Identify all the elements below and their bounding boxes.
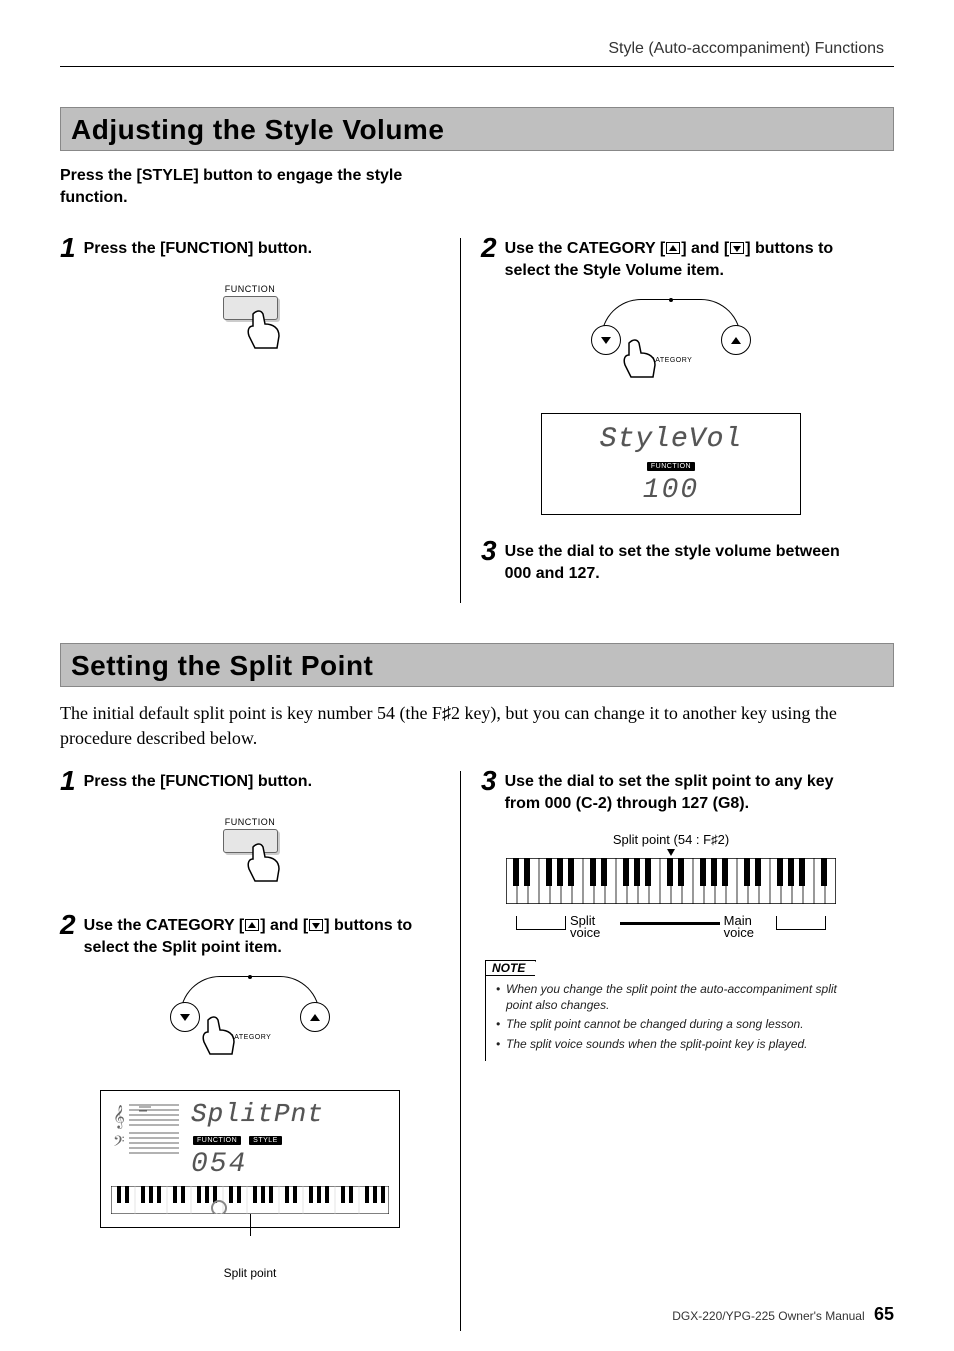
step-number: 2 [60,911,76,939]
text-part: ] and [ [260,917,308,934]
split-voice-label: Split voice [570,915,616,939]
section1-step2: 2 Use the CATEGORY [] and [] buttons to … [481,238,861,281]
text-part: ] and [ [681,240,729,257]
running-head: Style (Auto-accompaniment) Functions [60,40,894,58]
lcd-title: StyleVol [560,424,782,455]
lcd-display-stylevol: StyleVol FUNCTION 100 [541,413,801,515]
svg-text:𝄢: 𝄢 [113,1133,125,1153]
step-text: Use the dial to set the style volume bet… [505,541,861,584]
function-button-illustration: FUNCTION [195,817,305,885]
text-part: Use the CATEGORY [ [84,917,245,934]
pointer-down-icon [667,849,675,856]
lcd-badge-style: STYLE [249,1136,282,1145]
lcd-badge-function: FUNCTION [193,1136,241,1145]
section1-step3: 3 Use the dial to set the style volume b… [481,541,861,584]
category-buttons-illustration: CATEGORY [150,976,350,1066]
section2-step2: 2 Use the CATEGORY [] and [] buttons to … [60,915,440,958]
category-down-button-icon [170,1002,200,1032]
text-part: Use the CATEGORY [ [505,240,666,257]
step-number: 1 [60,234,76,262]
finger-icon [198,1012,356,1063]
finger-icon [619,335,777,386]
note-item: The split point cannot be changed during… [496,1017,853,1033]
section-title-split-point: Setting the Split Point [60,643,894,687]
keyboard-top-label: Split point (54 : F♯2) [506,832,836,847]
step-number: 1 [60,767,76,795]
category-down-button-icon [591,325,621,355]
section2-step1: 1 Press the [FUNCTION] button. [60,771,440,799]
staff-icon: 𝄞 𝄢 [111,1099,181,1160]
function-button-illustration: FUNCTION [195,284,305,352]
mini-keyboard-icon [111,1186,389,1219]
step-text: Press the [FUNCTION] button. [84,238,312,260]
section1-step1: 1 Press the [FUNCTION] button. [60,238,440,266]
note-heading: NOTE [485,960,536,976]
lcd-value: 054 [187,1149,389,1180]
split-point-callout: Split point [60,1266,440,1280]
category-up-icon [666,242,680,254]
step-number: 3 [481,767,497,795]
category-down-icon [730,242,744,254]
manual-title: DGX-220/YPG-225 Owner's Manual [672,1309,864,1323]
step-text: Use the CATEGORY [] and [] buttons to se… [505,238,861,281]
category-up-icon [245,919,259,931]
svg-text:𝄞: 𝄞 [113,1106,125,1129]
keyboard-icon [506,858,836,904]
lcd-value: 100 [560,475,782,506]
note-item: When you change the split point the auto… [496,982,853,1013]
step-text: Use the dial to set the split point to a… [505,771,861,814]
function-label: FUNCTION [195,284,305,294]
note-item: The split voice sounds when the split-po… [496,1037,853,1053]
lcd-display-splitpnt: 𝄞 𝄢 SplitPnt FUNCTION STYLE 054 [100,1090,400,1228]
lcd-title: SplitPnt [187,1099,389,1129]
step-text: Press the [FUNCTION] button. [84,771,312,793]
function-label: FUNCTION [195,817,305,827]
header-rule [60,66,894,67]
section1-lead: Press the [STYLE] button to engage the s… [60,165,460,208]
finger-icon [243,839,289,890]
keyboard-diagram: Split point (54 : F♯2) [506,832,836,939]
step-number: 2 [481,234,497,262]
section-title-style-volume: Adjusting the Style Volume [60,107,894,151]
category-down-icon [309,919,323,931]
page-footer: DGX-220/YPG-225 Owner's Manual 65 [672,1304,894,1325]
category-buttons-illustration: CATEGORY [571,299,771,389]
step-number: 3 [481,537,497,565]
step-text: Use the CATEGORY [] and [] buttons to se… [84,915,440,958]
page-number: 65 [874,1304,894,1324]
note-box: NOTE When you change the split point the… [485,959,861,1060]
section2-body: The initial default split point is key n… [60,701,894,751]
finger-icon [243,306,289,357]
section2-step3: 3 Use the dial to set the split point to… [481,771,861,814]
main-voice-label: Main voice [724,915,772,939]
lcd-badge-function: FUNCTION [647,462,695,471]
